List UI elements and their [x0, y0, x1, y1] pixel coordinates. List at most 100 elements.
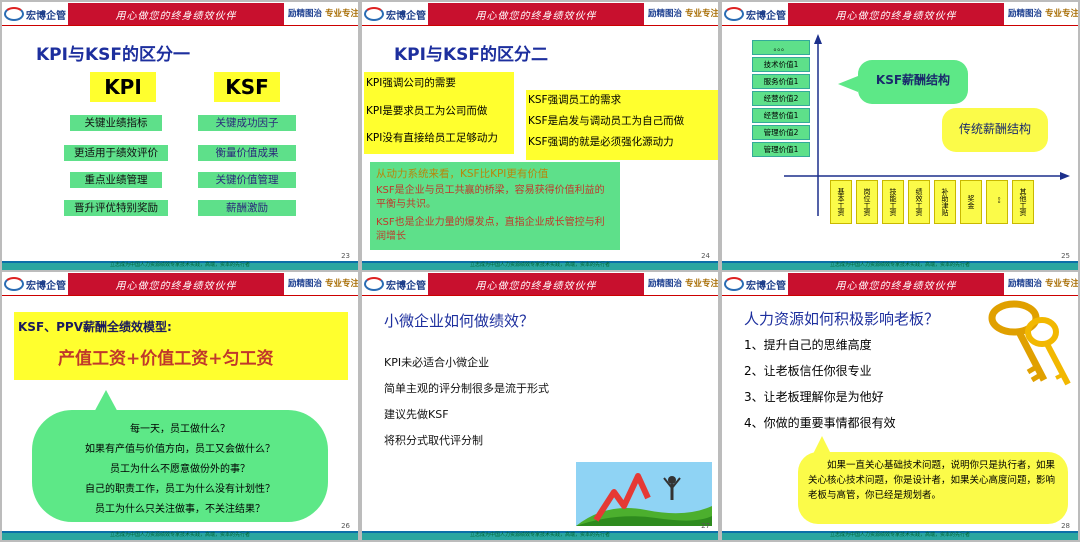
footer-text: 立志成为中国人力资源绩效专家技术实践，高端，资本的先行者 [109, 532, 250, 538]
question-line: 员工为什么不愿意做份外的事？ [110, 464, 250, 475]
header-banner: 用心做您的终身绩效伙伴 [788, 273, 1004, 295]
company-logo: 宏博企管 [724, 274, 788, 294]
footer-text: 立志成为中国人力资源绩效专家技术实践，高端，资本的先行者 [469, 532, 610, 538]
footer-text: 立志成为中国人力资源绩效专家技术实践，高端，资本的先行者 [829, 532, 970, 538]
ksf-line: KSF是启发与调动员工为自己而做 [528, 115, 685, 127]
slide-grid: 宏博企管 用心做您的终身绩效伙伴 励精图治 专业专注 KPI与KSF的区分一 K… [0, 0, 1080, 542]
footer-text: 立志成为中国人力资源绩效专家技术实践，高端，资本的先行者 [469, 262, 610, 268]
summary-line: KSF也是企业力量的爆发点，直指企业成长管控与利润增长 [376, 217, 605, 242]
kpi-line: KPI强调公司的需要 [366, 77, 456, 89]
footer-text: 立志成为中国人力资源绩效专家技术实践，高端，资本的先行者 [109, 262, 250, 268]
list-item: 1、提升自己的思维高度 [744, 338, 872, 352]
header-tags: 励精图治 专业专注 [648, 9, 718, 19]
ksf-box: KSF强调员工的需求 KSF是启发与调动员工为自己而做 KSF强调的就是必须强化… [526, 90, 718, 160]
slide-27[interactable]: 宏博企管 用心做您的终身绩效伙伴 励精图治 专业专注 小微企业如何做绩效？ KP… [362, 272, 718, 540]
page-number: 27 [701, 522, 710, 530]
slide-header: 宏博企管 用心做您的终身绩效伙伴 励精图治 专业专注 [2, 272, 358, 296]
bubble-pointer [838, 76, 858, 92]
header-banner: 用心做您的终身绩效伙伴 [428, 3, 644, 25]
summary-line: KSF是企业与员工共赢的桥梁，容易获得价值利益的平衡与共识。 [376, 185, 605, 210]
slide-23[interactable]: 宏博企管 用心做您的终身绩效伙伴 励精图治 专业专注 KPI与KSF的区分一 K… [2, 2, 358, 270]
kpi-item: 更适用于绩效评价 [64, 145, 168, 161]
header-tags: 励精图治 专业专注 [648, 279, 718, 289]
model-formula: 产值工资+价值工资+匀工资 [58, 349, 274, 369]
header-banner: 用心做您的终身绩效伙伴 [68, 273, 284, 295]
list-item: 3、让老板理解你是为他好 [744, 390, 884, 404]
salary-bar: 技能工资 [882, 180, 904, 224]
footer-text: 立志成为中国人力资源绩效专家技术实践，高端，资本的先行者 [829, 262, 970, 268]
slide-25[interactable]: 宏博企管 用心做您的终身绩效伙伴 励精图治 专业专注 。。。 技术价值1 服务价值1… [722, 2, 1078, 270]
slide-header: 宏博企管 用心做您的终身绩效伙伴 励精图治 专业专注 [2, 2, 358, 26]
company-logo: 宏博企管 [364, 274, 428, 294]
kpi-item: 晋升评优特别奖励 [64, 200, 168, 216]
traditional-structure-bubble: 传统薪酬结构 [942, 108, 1048, 152]
slide-header: 宏博企管 用心做您的终身绩效伙伴 励精图治 专业专注 [362, 272, 718, 296]
kpi-line: KPI是要求员工为公司而做 [366, 105, 488, 117]
slide-28[interactable]: 宏博企管 用心做您的终身绩效伙伴 励精图治 专业专注 人力资源如何积极影响老板？… [722, 272, 1078, 540]
header-tags: 励精图治 专业专注 [1008, 279, 1078, 289]
slide-title: KPI与KSF的区分一 [36, 45, 190, 65]
page-number: 24 [701, 252, 710, 260]
salary-bar: 岗位工资 [856, 180, 878, 224]
slide-24[interactable]: 宏博企管 用心做您的终身绩效伙伴 励精图治 专业专注 KPI与KSF的区分二 K… [362, 2, 718, 270]
logo-icon [4, 7, 24, 21]
question-bubble: 每一天，员工做什么？ 如果有产值与价值方向，员工又会做什么？ 员工为什么不愿意做… [32, 410, 328, 522]
quote-text: 如果一直关心基础技术问题，说明你只是执行者，如果关心核心技术问题，你是设计者，如… [808, 460, 1056, 501]
body-line: KPI未必适合小微企业 [384, 356, 490, 369]
question-line: 自己的职责工作，员工为什么没有计划性？ [85, 484, 275, 495]
salary-bar: 基本工资 [830, 180, 852, 224]
logo-icon [724, 277, 744, 291]
slide-title: 小微企业如何做绩效？ [384, 312, 535, 330]
salary-bar: 其他工资 [1012, 180, 1034, 224]
company-logo: 宏博企管 [364, 4, 428, 24]
list-item: 2、让老板信任你很专业 [744, 364, 872, 378]
kpi-box: KPI强调公司的需要 KPI是要求员工为公司而做 KPI没有直接给员工足够动力 [364, 72, 514, 154]
question-line: 如果有产值与价值方向，员工又会做什么？ [85, 444, 275, 455]
ksf-item: 薪酬激励 [198, 200, 296, 216]
body-line: 建议先做KSF [384, 408, 449, 421]
header-tags: 励精图治 专业专注 [288, 279, 358, 289]
growth-photo [576, 462, 712, 526]
ksf-line: KSF强调员工的需求 [528, 94, 622, 106]
list-item: 4、你做的重要事情都很有效 [744, 416, 896, 430]
kpi-item: 重点业绩管理 [70, 172, 162, 188]
salary-bar: 。。 [986, 180, 1008, 224]
kpi-line: KPI没有直接给员工足够动力 [366, 132, 498, 144]
page-number: 23 [341, 252, 350, 260]
logo-icon [4, 277, 24, 291]
page-number: 28 [1061, 522, 1070, 530]
ksf-structure-bubble: KSF薪酬结构 [858, 60, 968, 104]
logo-icon [364, 7, 384, 21]
company-logo: 宏博企管 [4, 274, 68, 294]
kpi-heading: KPI [90, 72, 156, 102]
header-banner: 用心做您的终身绩效伙伴 [428, 273, 644, 295]
page-number: 26 [341, 522, 350, 530]
slide-title: 人力资源如何积极影响老板？ [744, 310, 940, 328]
company-logo: 宏博企管 [4, 4, 68, 24]
slide-26[interactable]: 宏博企管 用心做您的终身绩效伙伴 励精图治 专业专注 KSF、PPV薪酬全绩效模… [2, 272, 358, 540]
question-line: 员工为什么只关注做事，不关注结果？ [95, 504, 265, 515]
kpi-item: 关键业绩指标 [70, 115, 162, 131]
ksf-item: 关键价值管理 [198, 172, 296, 188]
salary-bar: 奖金 [960, 180, 982, 224]
ksf-item: 关键成功因子 [198, 115, 296, 131]
header-banner: 用心做您的终身绩效伙伴 [68, 3, 284, 25]
body-line: 将积分式取代评分制 [384, 434, 483, 447]
salary-bar: 绩效工资 [908, 180, 930, 224]
salary-bar-row: 基本工资 岗位工资 技能工资 绩效工资 补助津贴 奖金。。 其他工资 [830, 180, 1040, 226]
ksf-line: KSF强调的就是必须强化源动力 [528, 136, 674, 148]
slide-header: 宏博企管 用心做您的终身绩效伙伴 励精图治 专业专注 [722, 272, 1078, 296]
header-tags: 励精图治 专业专注 [288, 9, 358, 19]
ksf-item: 衡量价值成果 [198, 145, 296, 161]
model-subtitle: KSF、PPV薪酬全绩效模型: [18, 320, 172, 334]
golden-keys-icon [988, 300, 1071, 386]
body-line: 简单主观的评分制很多是流于形式 [384, 382, 549, 395]
model-box: KSF、PPV薪酬全绩效模型: 产值工资+价值工资+匀工资 [14, 312, 348, 380]
slide-title: KPI与KSF的区分二 [394, 45, 548, 65]
summary-box: 从动力系统来看，KSF比KPI更有价值 KSF是企业与员工共赢的桥梁，容易获得价… [370, 162, 620, 250]
page-number: 25 [1061, 252, 1070, 260]
summary-line: 从动力系统来看，KSF比KPI更有价值 [376, 168, 549, 180]
salary-bar: 补助津贴 [934, 180, 956, 224]
quote-bubble: 如果一直关心基础技术问题，说明你只是执行者，如果关心核心技术问题，你是设计者，如… [798, 452, 1068, 524]
ksf-heading: KSF [214, 72, 280, 102]
